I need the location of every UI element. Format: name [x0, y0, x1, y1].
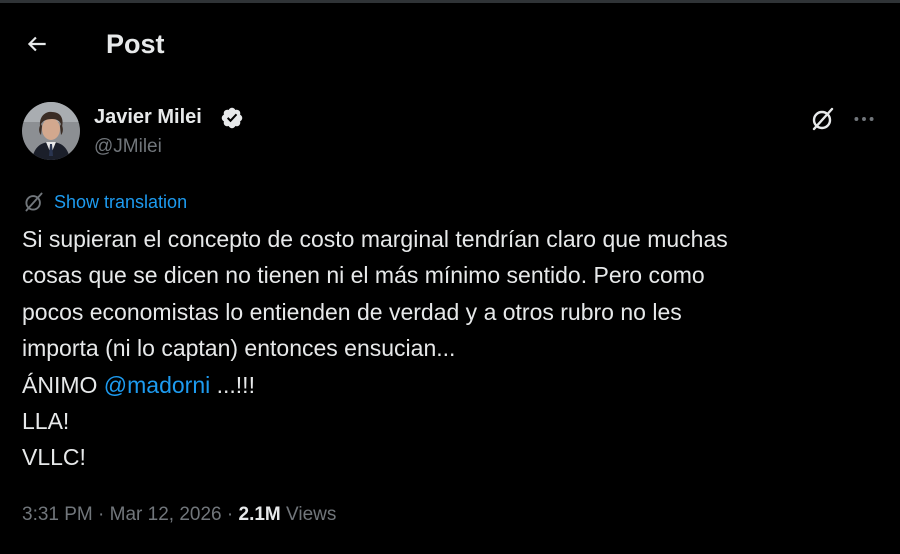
show-translation-row[interactable]: Show translation	[22, 188, 187, 216]
more-horizontal-icon	[854, 117, 874, 121]
meta-separator: ·	[221, 504, 239, 525]
tweet-meta: 3:31 PM · Mar 12, 2026 · 2.1M Views	[22, 502, 336, 528]
tweet-line: cosas que se dicen no tienen ni el más m…	[22, 262, 705, 289]
tweet-line: VLLC!	[22, 444, 86, 471]
verified-badge-svg	[221, 107, 243, 129]
avatar-image	[22, 102, 80, 160]
page-title: Post	[106, 29, 165, 59]
tweet-text-segment: ...!!!	[210, 371, 255, 398]
mention-link[interactable]: @madorni	[104, 372, 210, 398]
tweet-line: LLA!	[22, 408, 70, 435]
header: Post	[0, 3, 900, 83]
tweet-line: ÁNIMO @madorni ...!!!	[22, 367, 882, 403]
views-count[interactable]: 2.1M	[239, 504, 281, 525]
tweet-line: Si supieran el concepto de costo margina…	[22, 226, 728, 252]
author-display-name[interactable]: Javier Milei	[94, 104, 202, 130]
verified-badge-icon[interactable]	[220, 106, 244, 130]
tweet-text-segment: ÁNIMO	[22, 371, 104, 398]
tweet-time[interactable]: 3:31 PM	[22, 504, 93, 525]
translate-icon	[22, 190, 46, 214]
tweet-line: importa (ni lo captan) entonces ensucian…	[22, 335, 456, 362]
avatar[interactable]	[22, 102, 80, 160]
tweet-line: pocos economistas lo entienden de verdad…	[22, 298, 682, 325]
tweet-text: Si supieran el concepto de costo margina…	[22, 221, 882, 476]
show-translation-link[interactable]: Show translation	[54, 190, 187, 214]
more-options-button[interactable]	[847, 102, 881, 136]
grok-icon	[812, 107, 834, 131]
meta-separator: ·	[92, 504, 110, 525]
back-button[interactable]	[18, 25, 56, 63]
arrow-left-icon	[27, 36, 46, 52]
author-handle[interactable]: @JMilei	[94, 134, 162, 160]
tweet-date[interactable]: Mar 12, 2026	[110, 504, 222, 525]
views-label: Views	[280, 504, 337, 525]
grok-button[interactable]	[806, 102, 840, 136]
